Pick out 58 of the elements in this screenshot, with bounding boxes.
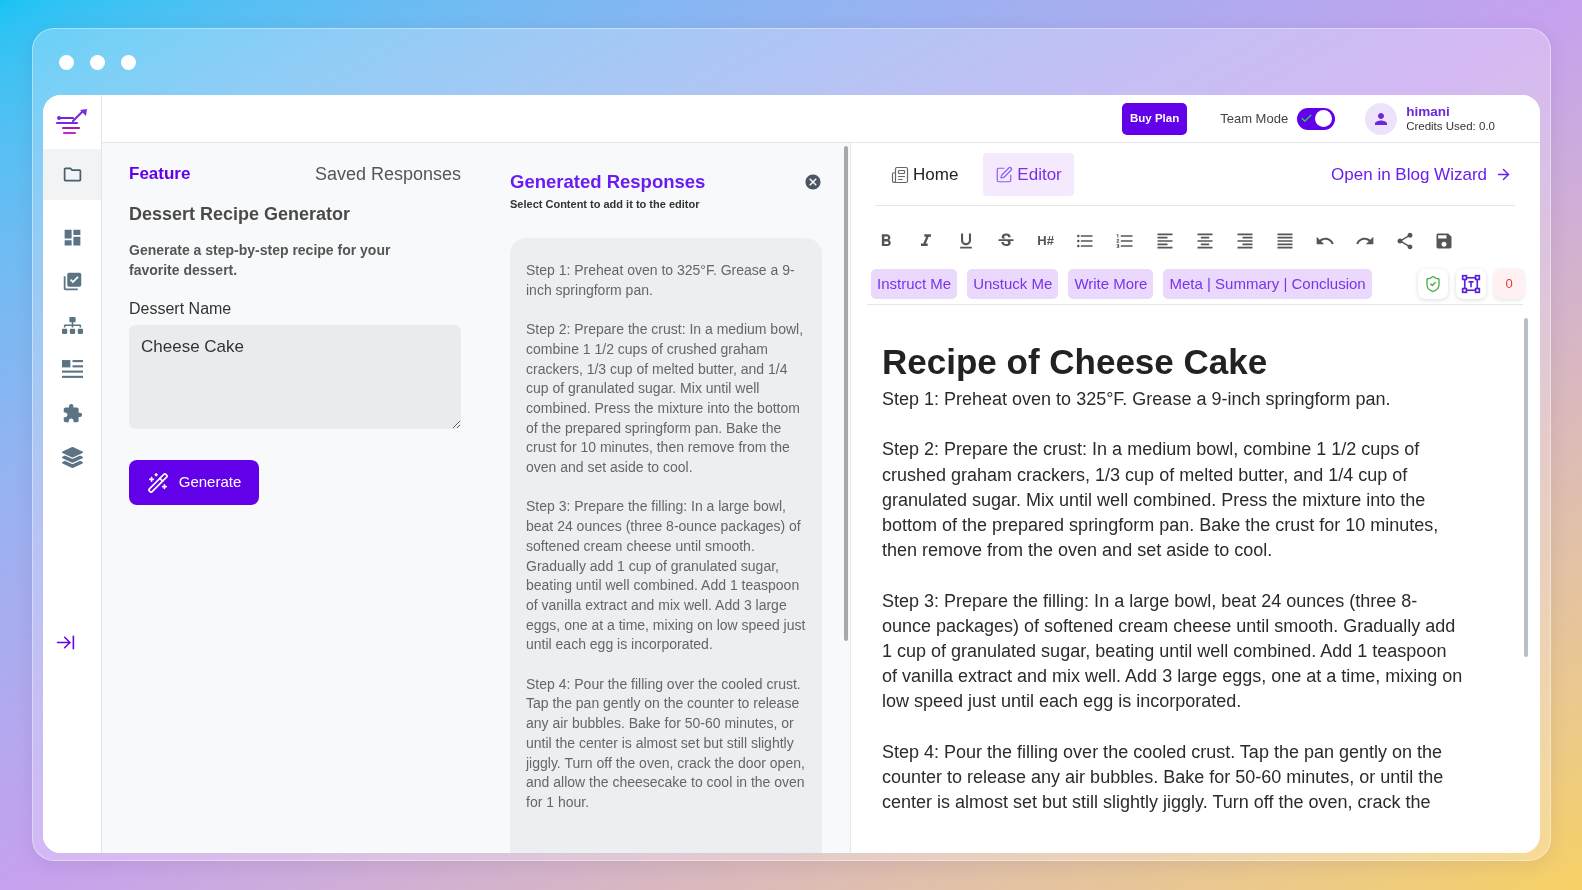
response-paragraph: Step 4: Pour the filling over the cooled crust. Tap the pan gently on the counter to release any air bubbles. Bake for 50-60 minutes, or until the center is almost set but still slightly jiggly. Turn off the oven, crack the door open, and allow the cheesecake to cool in the oven for 1 hour. <box>526 674 806 812</box>
team-mode-toggle[interactable] <box>1297 107 1336 130</box>
align-right-icon[interactable] <box>1235 231 1255 251</box>
ai-action-button[interactable]: Instruct Me <box>871 269 958 299</box>
text-frame-icon <box>1461 274 1481 294</box>
field-label: Dessert Name <box>129 299 233 319</box>
user-avatar-icon[interactable] <box>1365 102 1398 135</box>
magic-wand-icon <box>146 471 169 494</box>
panel-tab[interactable]: Feature <box>129 161 191 187</box>
response-paragraph: Step 2: Prepare the crust: In a medium bowl, combine 1 1/2 cups of crushed graham crackers, 1/3 cup of melted butter, and 1/4 cup of granulated sugar. Mix until well combined. Press the mixture into the bottom of the prepared springform pan. Bake the crust for 10 minutes, then remove from the oven and set aside to cool. <box>526 320 805 477</box>
user-name: himani <box>1406 104 1451 119</box>
document-heading: Recipe of Cheese Cake <box>882 341 1269 383</box>
shield-check-icon <box>1424 275 1442 293</box>
generate-button[interactable]: Generate <box>129 460 259 505</box>
align-left-icon[interactable] <box>1155 231 1176 251</box>
response-paragraph: Step 1: Preheat oven to 325°F. Grease a 9-inch springform pan. <box>526 261 796 300</box>
align-center-icon[interactable] <box>1195 231 1216 251</box>
puzzle-icon <box>61 402 83 424</box>
dessert-name-field[interactable]: Cheese Cake <box>129 325 461 429</box>
save-icon[interactable] <box>1434 231 1455 251</box>
newspaper-icon <box>891 165 909 184</box>
editor-paragraph: Step 4: Pour the filling over the cooled crust. Tap the pan gently on the counter to release any air bubbles. Bake for 50-60 minutes, or until the center is almost set but still slightly jiggly. Turn off the oven, crack the <box>882 740 1445 815</box>
editor-paragraph: Step 1: Preheat oven to 325°F. Grease a 9-inch springform pan. <box>882 388 1392 411</box>
buy-plan-button[interactable]: Buy Plan <box>1122 102 1188 135</box>
feature-description: Generate a step-by-step recipe for your favorite dessert. <box>129 241 392 280</box>
ai-action-button[interactable]: Write More <box>1068 269 1154 299</box>
layers-icon <box>61 446 83 468</box>
editor-tab[interactable]: Home <box>879 153 971 196</box>
responses-title: Generated Responses <box>510 170 706 194</box>
ai-action-button[interactable]: Meta | Summary | Conclusion <box>1163 269 1372 299</box>
issue-counter[interactable]: 0 <box>1494 269 1524 299</box>
checked-stack-icon <box>61 270 83 292</box>
check-icon <box>1300 112 1314 125</box>
scrollbar-thumb[interactable] <box>844 146 848 641</box>
sitemap-icon <box>61 314 83 336</box>
scrollbar-thumb[interactable] <box>1524 318 1528 657</box>
responses-subtitle: Select Content to add it to the editor <box>510 197 701 212</box>
numbered-list-icon[interactable] <box>1115 231 1136 251</box>
credits-used: Credits Used: 0.0 <box>1406 119 1495 133</box>
heading-button[interactable]: H# <box>1035 231 1056 251</box>
editor-paragraph: Step 3: Prepare the filling: In a large bowl, beat 24 ounces (three 8-ounce packages) of softened cream cheese until smooth. Gradually add 1 cup of granulated sugar, beating until well combined. Add 1 teaspoon of vanilla extract and mix well. Add 3 large eggs, one at a time, mixing on low speed just until each egg is incorporated. <box>882 589 1464 714</box>
app-logo[interactable] <box>56 108 88 136</box>
close-icon[interactable] <box>804 173 822 191</box>
editor-tab[interactable]: Editor <box>983 153 1074 196</box>
article-icon <box>61 358 83 380</box>
response-paragraph: Step 3: Prepare the filling: In a large bowl, beat 24 ounces (three 8-ounce packages) of softened cream cheese until smooth. Gradually add 1 cup of granulated sugar, beating until well combined. Add 1 teaspoon of vanilla extract and mix well. Add 3 large eggs, one at a time, mixing on low speed just until each egg is incorporated. <box>526 497 806 655</box>
response-card[interactable] <box>510 238 822 853</box>
edit-document-icon <box>995 165 1014 184</box>
panel-tab[interactable]: Saved Responses <box>314 160 461 188</box>
editor-paragraph: Step 2: Prepare the crust: In a medium bowl, combine 1 1/2 cups of crushed graham crackers, 1/3 cup of melted butter, and 1/4 cup of granulated sugar. Mix until well combined. Press the mixture into the bottom of the prepared springform pan. Bake the crust for 10 minutes, then remove from the oven and set aside to cool. <box>882 438 1440 563</box>
open-in-blog-wizard-link[interactable]: Open in Blog Wizard <box>1331 161 1512 188</box>
sidebar-button[interactable] <box>43 149 101 200</box>
ai-action-button[interactable]: Unstuck Me <box>967 269 1059 299</box>
team-mode-label: Team Mode <box>1220 109 1289 128</box>
shield-check-button[interactable] <box>1418 269 1448 299</box>
text-frame-button[interactable] <box>1456 269 1486 299</box>
arrow-right-icon <box>1495 166 1512 183</box>
feature-title: Dessert Recipe Generator <box>129 203 352 226</box>
